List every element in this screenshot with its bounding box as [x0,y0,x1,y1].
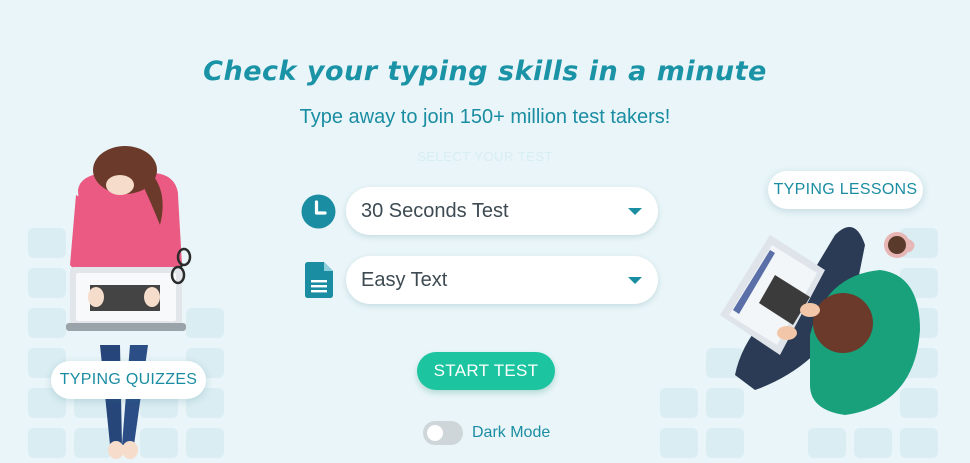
dark-mode-toggle[interactable] [423,421,463,445]
document-icon [305,262,333,298]
test-duration-value: 30 Seconds Test [361,199,509,222]
page-title: Check your typing skills in a minute [203,56,767,87]
page-subtitle: Type away to join 150+ million test take… [299,106,671,128]
dark-mode-label: Dark Mode [472,424,551,441]
test-text-value: Easy Text [361,268,448,291]
test-duration-select[interactable]: 30 Seconds Test [346,187,658,235]
test-text-select[interactable]: Easy Text [346,256,658,304]
chevron-down-icon [628,208,642,215]
chevron-down-icon [628,277,642,284]
toggle-knob [427,425,443,441]
typing-quizzes-link[interactable]: TYPING QUIZZES [51,361,206,399]
typing-lessons-link[interactable]: TYPING LESSONS [768,171,923,209]
clock-icon [301,194,336,229]
man-laptop-illustration [720,227,920,415]
start-test-button[interactable]: START TEST [417,352,555,390]
woman-laptop-illustration [66,146,192,459]
